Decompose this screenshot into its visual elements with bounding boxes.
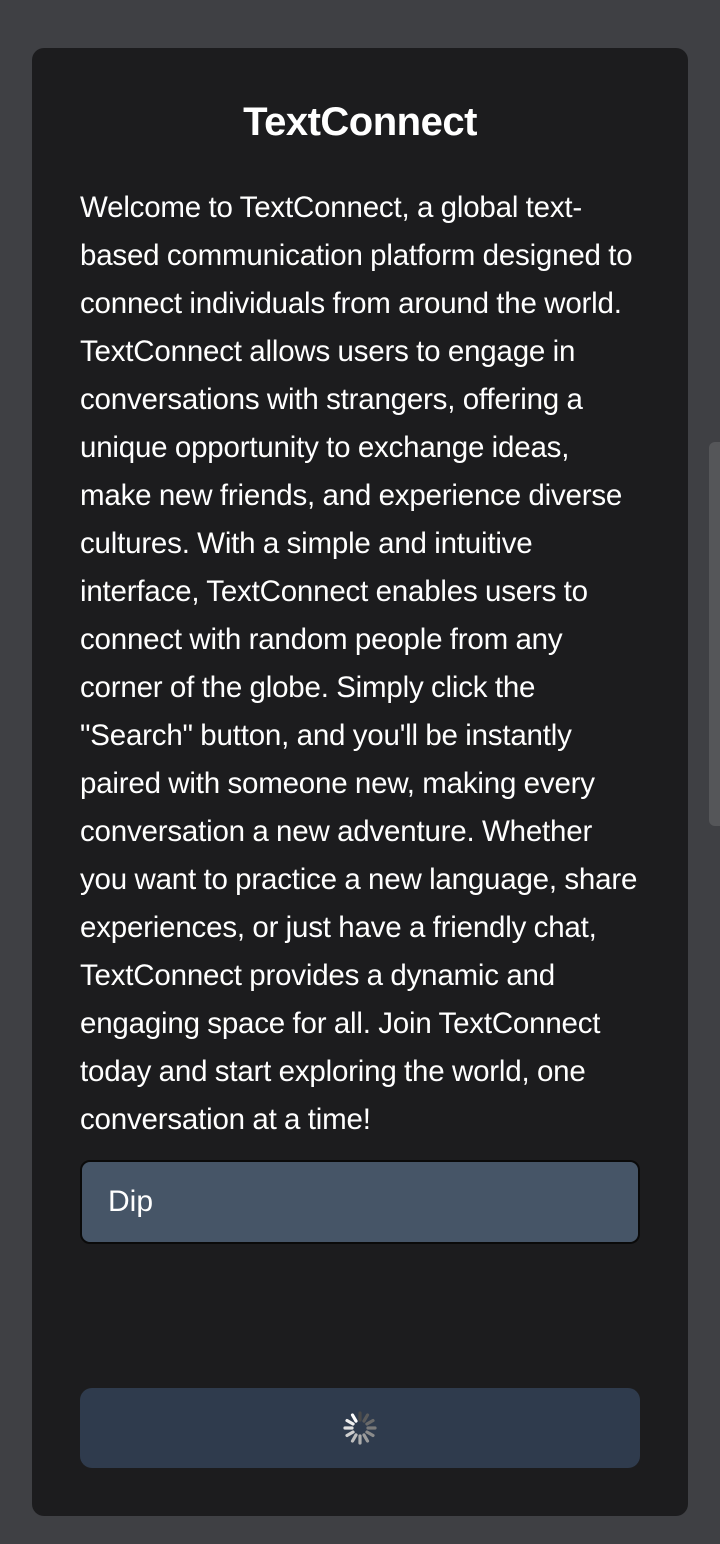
intro-description: Welcome to TextConnect, a global text-ba… (80, 191, 638, 1136)
scrollbar-thumb[interactable] (709, 442, 720, 826)
page-title: TextConnect (243, 100, 477, 144)
main-card: TextConnect Welcome to TextConnect, a gl… (32, 48, 688, 1516)
name-input[interactable] (80, 1160, 640, 1244)
spinner-icon (343, 1411, 377, 1445)
search-button[interactable] (80, 1388, 640, 1468)
